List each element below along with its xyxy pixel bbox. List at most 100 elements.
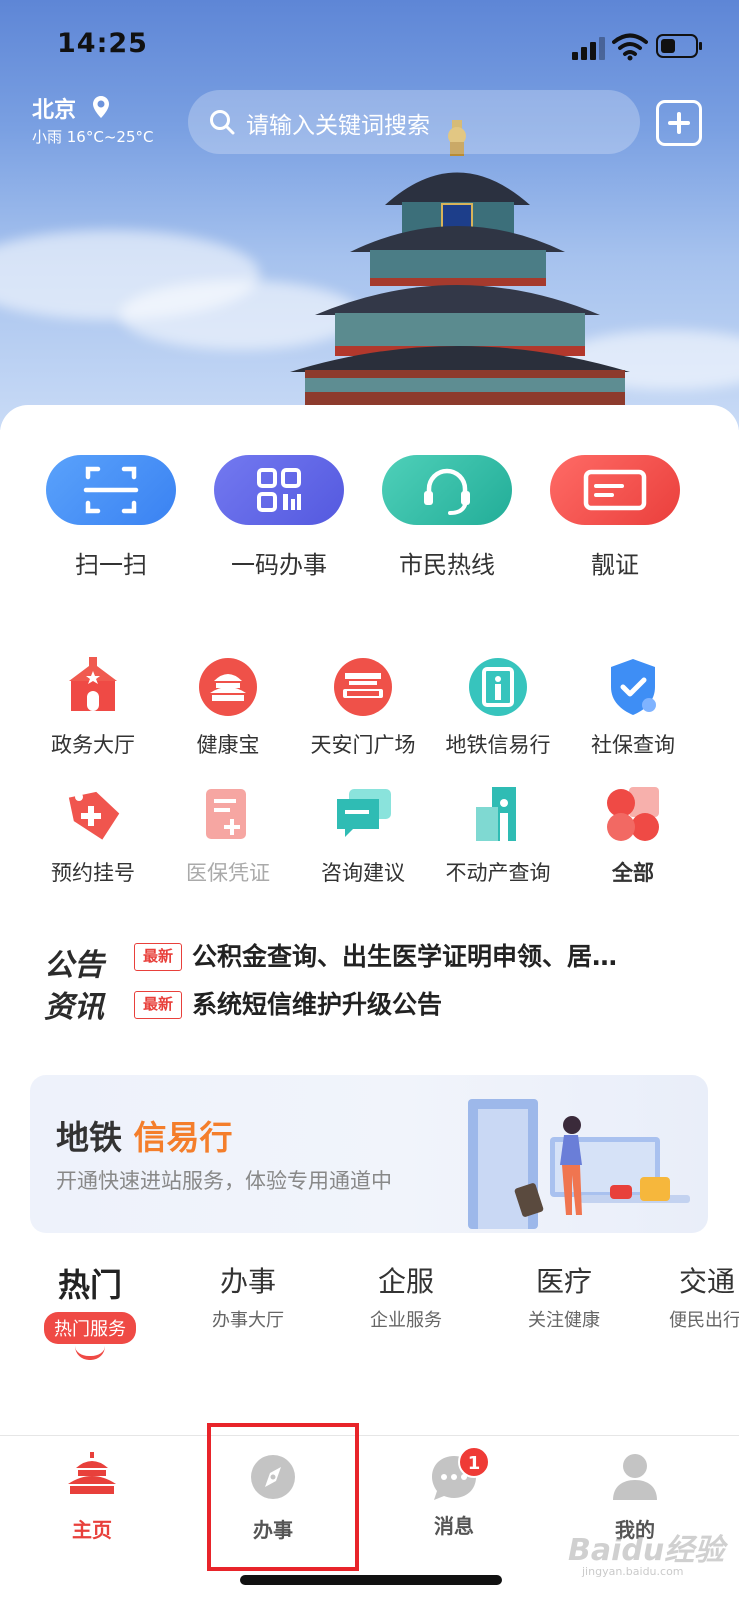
service-subway[interactable]: 地铁信易行: [430, 655, 566, 759]
category-title: 企服: [377, 1265, 434, 1298]
quick-action-card[interactable]: 靓证: [550, 455, 680, 580]
one-code-button[interactable]: [214, 455, 344, 525]
service-label: 不动产查询: [445, 861, 551, 885]
banner-title: 地铁 信易行: [56, 1111, 233, 1159]
cellular-signal-icon: [572, 37, 605, 60]
hotline-button[interactable]: [382, 455, 512, 525]
service-label: 健康宝: [196, 733, 260, 757]
active-indicator: [75, 1346, 105, 1360]
banner-title-main: 地铁: [56, 1118, 122, 1157]
announcement-brand-line: 资讯: [44, 990, 104, 1025]
service-tiananmen[interactable]: 天安门广场: [295, 655, 431, 759]
category-title: 热门: [57, 1266, 122, 1304]
category-subtitle: 便民出行: [669, 1310, 739, 1331]
main-card: 扫一扫 一码办事 市民热线 靓证 政务大厅 健康宝 天安门广场 地铁信易行 社保…: [0, 405, 739, 1435]
subway-gate-icon: [469, 658, 527, 716]
card-button[interactable]: [550, 455, 680, 525]
scan-button[interactable]: [46, 455, 176, 525]
watermark-url: jingyan.baidu.com: [582, 1565, 684, 1578]
service-label: 天安门广场: [310, 733, 416, 757]
category-title: 医疗: [535, 1265, 592, 1298]
wifi-icon: [612, 33, 648, 61]
announcement-text: 公积金查询、出生医学证明申领、居…: [192, 942, 618, 971]
category-title: 交通: [679, 1265, 736, 1298]
service-label: 全部: [612, 861, 654, 885]
announcement-item[interactable]: 最新 公积金查询、出生医学证明申领、居…: [134, 937, 714, 977]
service-real-estate[interactable]: 不动产查询: [430, 783, 566, 887]
add-button[interactable]: [656, 100, 702, 146]
quick-action-scan[interactable]: 扫一扫: [46, 455, 176, 580]
city-name[interactable]: 北京: [32, 92, 76, 124]
announcement-item[interactable]: 最新 系统短信维护升级公告: [134, 985, 714, 1025]
message-icon-wrap: 1: [424, 1446, 490, 1504]
service-label: 社保查询: [591, 733, 675, 757]
status-bar: 14:25: [0, 0, 739, 90]
weather-text: 小雨 16°C~25°C: [32, 128, 154, 146]
search-placeholder: 请输入关键词搜索: [246, 113, 430, 139]
watermark: Baidu经验: [568, 1533, 725, 1568]
category-tab-enterprise[interactable]: 企服 企业服务: [341, 1260, 471, 1332]
medical-insurance-icon: [206, 789, 246, 839]
subway-banner[interactable]: 地铁 信易行 开通快速进站服务，体验专用通道中: [30, 1075, 708, 1233]
category-subtitle: 热门服务: [44, 1312, 136, 1344]
announcement-section: 公告 资讯 最新 公积金查询、出生医学证明申领、居… 最新 系统短信维护升级公告: [44, 937, 714, 1037]
service-all[interactable]: 全部: [565, 783, 701, 887]
category-tab-medical[interactable]: 医疗 关注健康: [499, 1260, 629, 1332]
quick-action-one-code[interactable]: 一码办事: [214, 455, 344, 580]
tab-messages[interactable]: 1 消息: [389, 1446, 519, 1539]
category-tab-hot[interactable]: 热门 热门服务: [25, 1260, 155, 1360]
category-tab-transport[interactable]: 交通 便民出行: [657, 1260, 739, 1332]
tab-home[interactable]: 主页: [27, 1450, 157, 1543]
new-badge: 最新: [134, 943, 182, 971]
health-kit-icon: [199, 658, 257, 716]
temple-of-heaven-image: [290, 120, 630, 420]
quick-action-label: 靓证: [591, 551, 639, 579]
category-tab-affairs[interactable]: 办事 办事大厅: [183, 1260, 313, 1332]
service-label: 咨询建议: [321, 861, 405, 885]
card-icon: [583, 469, 647, 511]
service-label: 医保凭证: [186, 861, 270, 885]
service-label: 地铁信易行: [445, 733, 551, 757]
announcement-brand: 公告 资讯: [44, 945, 130, 1029]
announcement-brand-line: 公告: [44, 948, 104, 983]
location-pin-icon[interactable]: [92, 95, 110, 119]
banner-subtitle: 开通快速进站服务，体验专用通道中: [56, 1169, 392, 1193]
tiananmen-icon: [334, 658, 392, 716]
quick-action-label: 扫一扫: [75, 551, 147, 579]
tab-label: 消息: [434, 1514, 474, 1538]
service-social-security[interactable]: 社保查询: [565, 655, 701, 759]
service-consult[interactable]: 咨询建议: [295, 783, 431, 887]
building-icon: [476, 787, 516, 841]
quick-action-hotline[interactable]: 市民热线: [382, 455, 512, 580]
category-subtitle: 企业服务: [370, 1310, 442, 1331]
home-indicator[interactable]: [240, 1575, 502, 1585]
medical-tag-icon: [68, 791, 120, 840]
quick-action-label: 一码办事: [231, 551, 327, 579]
subway-gate-illustration: [468, 1099, 690, 1229]
service-label: 政务大厅: [51, 733, 135, 757]
tab-label: 主页: [72, 1518, 112, 1542]
status-time: 14:25: [57, 28, 148, 59]
category-title: 办事: [219, 1265, 276, 1298]
chat-icon: [337, 789, 391, 837]
service-label: 预约挂号: [51, 861, 135, 885]
annotation-highlight-box: [207, 1423, 359, 1571]
service-health-kit[interactable]: 健康宝: [160, 655, 296, 759]
government-hall-icon: [69, 657, 117, 711]
hero-banner: 14:25 北京 小雨 16°C~25°C 请输入关键词搜索: [0, 0, 739, 430]
qr-code-icon: [257, 468, 301, 512]
new-badge: 最新: [134, 991, 182, 1019]
banner-title-accent: 信易行: [133, 1118, 233, 1157]
service-appointment[interactable]: 预约挂号: [25, 783, 161, 887]
service-government-hall[interactable]: 政务大厅: [25, 655, 161, 759]
service-medical-insurance[interactable]: 医保凭证: [160, 783, 296, 887]
headset-icon: [424, 468, 470, 515]
all-apps-icon: [607, 787, 659, 841]
category-subtitle: 办事大厅: [212, 1310, 284, 1331]
scan-icon: [83, 466, 139, 514]
temple-home-icon: [68, 1452, 116, 1494]
search-icon: [210, 110, 235, 135]
category-subtitle: 关注健康: [528, 1310, 600, 1331]
search-bar[interactable]: 请输入关键词搜索: [188, 90, 640, 154]
battery-icon: [656, 34, 702, 58]
